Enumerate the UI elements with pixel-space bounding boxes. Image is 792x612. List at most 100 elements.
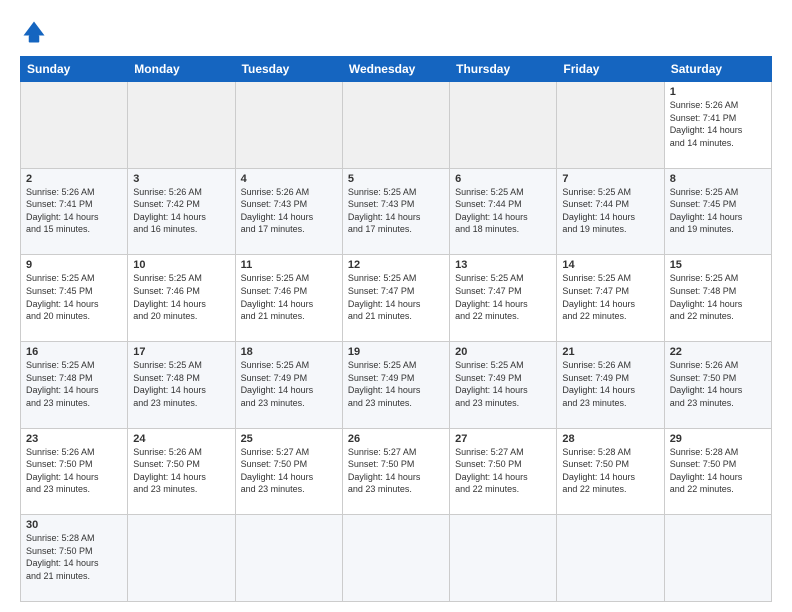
calendar-row: 9Sunrise: 5:25 AM Sunset: 7:45 PM Daylig… (21, 255, 772, 342)
day-number: 30 (26, 519, 122, 531)
day-number: 18 (241, 346, 337, 358)
calendar-cell: 2Sunrise: 5:26 AM Sunset: 7:41 PM Daylig… (21, 168, 128, 255)
day-info: Sunrise: 5:26 AM Sunset: 7:42 PM Dayligh… (133, 186, 229, 236)
day-info: Sunrise: 5:27 AM Sunset: 7:50 PM Dayligh… (455, 446, 551, 496)
calendar-cell (664, 515, 771, 602)
calendar-cell (342, 82, 449, 169)
day-number: 11 (241, 259, 337, 271)
day-number: 16 (26, 346, 122, 358)
day-number: 6 (455, 173, 551, 185)
calendar-row: 1Sunrise: 5:26 AM Sunset: 7:41 PM Daylig… (21, 82, 772, 169)
calendar-row: 2Sunrise: 5:26 AM Sunset: 7:41 PM Daylig… (21, 168, 772, 255)
calendar-cell: 11Sunrise: 5:25 AM Sunset: 7:46 PM Dayli… (235, 255, 342, 342)
weekday-header-row: SundayMondayTuesdayWednesdayThursdayFrid… (21, 57, 772, 82)
day-number: 22 (670, 346, 766, 358)
day-info: Sunrise: 5:25 AM Sunset: 7:48 PM Dayligh… (133, 359, 229, 409)
calendar-cell (128, 82, 235, 169)
calendar-cell: 20Sunrise: 5:25 AM Sunset: 7:49 PM Dayli… (450, 341, 557, 428)
weekday-tuesday: Tuesday (235, 57, 342, 82)
day-info: Sunrise: 5:25 AM Sunset: 7:48 PM Dayligh… (26, 359, 122, 409)
day-info: Sunrise: 5:26 AM Sunset: 7:50 PM Dayligh… (133, 446, 229, 496)
day-number: 5 (348, 173, 444, 185)
day-info: Sunrise: 5:25 AM Sunset: 7:46 PM Dayligh… (241, 272, 337, 322)
day-number: 10 (133, 259, 229, 271)
calendar-row: 16Sunrise: 5:25 AM Sunset: 7:48 PM Dayli… (21, 341, 772, 428)
day-info: Sunrise: 5:26 AM Sunset: 7:41 PM Dayligh… (670, 99, 766, 149)
day-info: Sunrise: 5:28 AM Sunset: 7:50 PM Dayligh… (670, 446, 766, 496)
day-info: Sunrise: 5:26 AM Sunset: 7:49 PM Dayligh… (562, 359, 658, 409)
day-info: Sunrise: 5:27 AM Sunset: 7:50 PM Dayligh… (241, 446, 337, 496)
day-number: 29 (670, 433, 766, 445)
day-number: 7 (562, 173, 658, 185)
day-info: Sunrise: 5:25 AM Sunset: 7:44 PM Dayligh… (562, 186, 658, 236)
calendar-cell (235, 82, 342, 169)
calendar-cell: 8Sunrise: 5:25 AM Sunset: 7:45 PM Daylig… (664, 168, 771, 255)
weekday-thursday: Thursday (450, 57, 557, 82)
day-number: 20 (455, 346, 551, 358)
calendar-cell (235, 515, 342, 602)
day-info: Sunrise: 5:28 AM Sunset: 7:50 PM Dayligh… (26, 532, 122, 582)
calendar-row: 23Sunrise: 5:26 AM Sunset: 7:50 PM Dayli… (21, 428, 772, 515)
day-number: 1 (670, 86, 766, 98)
calendar-cell (557, 515, 664, 602)
calendar-cell: 22Sunrise: 5:26 AM Sunset: 7:50 PM Dayli… (664, 341, 771, 428)
day-info: Sunrise: 5:26 AM Sunset: 7:41 PM Dayligh… (26, 186, 122, 236)
calendar-cell: 5Sunrise: 5:25 AM Sunset: 7:43 PM Daylig… (342, 168, 449, 255)
calendar-cell (557, 82, 664, 169)
day-number: 3 (133, 173, 229, 185)
day-info: Sunrise: 5:25 AM Sunset: 7:49 PM Dayligh… (455, 359, 551, 409)
calendar-cell: 15Sunrise: 5:25 AM Sunset: 7:48 PM Dayli… (664, 255, 771, 342)
calendar-cell: 9Sunrise: 5:25 AM Sunset: 7:45 PM Daylig… (21, 255, 128, 342)
day-info: Sunrise: 5:26 AM Sunset: 7:43 PM Dayligh… (241, 186, 337, 236)
calendar-cell: 16Sunrise: 5:25 AM Sunset: 7:48 PM Dayli… (21, 341, 128, 428)
calendar-cell: 4Sunrise: 5:26 AM Sunset: 7:43 PM Daylig… (235, 168, 342, 255)
day-info: Sunrise: 5:25 AM Sunset: 7:47 PM Dayligh… (562, 272, 658, 322)
calendar-cell: 3Sunrise: 5:26 AM Sunset: 7:42 PM Daylig… (128, 168, 235, 255)
calendar-cell: 18Sunrise: 5:25 AM Sunset: 7:49 PM Dayli… (235, 341, 342, 428)
weekday-sunday: Sunday (21, 57, 128, 82)
weekday-saturday: Saturday (664, 57, 771, 82)
calendar-cell: 29Sunrise: 5:28 AM Sunset: 7:50 PM Dayli… (664, 428, 771, 515)
calendar-cell (342, 515, 449, 602)
weekday-monday: Monday (128, 57, 235, 82)
calendar-cell: 23Sunrise: 5:26 AM Sunset: 7:50 PM Dayli… (21, 428, 128, 515)
day-number: 9 (26, 259, 122, 271)
day-info: Sunrise: 5:25 AM Sunset: 7:48 PM Dayligh… (670, 272, 766, 322)
day-number: 8 (670, 173, 766, 185)
day-info: Sunrise: 5:25 AM Sunset: 7:47 PM Dayligh… (455, 272, 551, 322)
calendar-cell (450, 515, 557, 602)
calendar-cell: 21Sunrise: 5:26 AM Sunset: 7:49 PM Dayli… (557, 341, 664, 428)
day-info: Sunrise: 5:27 AM Sunset: 7:50 PM Dayligh… (348, 446, 444, 496)
day-number: 4 (241, 173, 337, 185)
day-number: 26 (348, 433, 444, 445)
calendar-cell: 6Sunrise: 5:25 AM Sunset: 7:44 PM Daylig… (450, 168, 557, 255)
day-number: 23 (26, 433, 122, 445)
calendar-row: 30Sunrise: 5:28 AM Sunset: 7:50 PM Dayli… (21, 515, 772, 602)
day-info: Sunrise: 5:25 AM Sunset: 7:47 PM Dayligh… (348, 272, 444, 322)
calendar-cell: 19Sunrise: 5:25 AM Sunset: 7:49 PM Dayli… (342, 341, 449, 428)
day-info: Sunrise: 5:26 AM Sunset: 7:50 PM Dayligh… (26, 446, 122, 496)
weekday-wednesday: Wednesday (342, 57, 449, 82)
day-number: 14 (562, 259, 658, 271)
calendar-cell: 26Sunrise: 5:27 AM Sunset: 7:50 PM Dayli… (342, 428, 449, 515)
day-info: Sunrise: 5:25 AM Sunset: 7:44 PM Dayligh… (455, 186, 551, 236)
day-number: 17 (133, 346, 229, 358)
day-info: Sunrise: 5:25 AM Sunset: 7:46 PM Dayligh… (133, 272, 229, 322)
calendar-cell: 24Sunrise: 5:26 AM Sunset: 7:50 PM Dayli… (128, 428, 235, 515)
day-info: Sunrise: 5:25 AM Sunset: 7:49 PM Dayligh… (241, 359, 337, 409)
day-number: 28 (562, 433, 658, 445)
day-number: 12 (348, 259, 444, 271)
calendar-cell: 1Sunrise: 5:26 AM Sunset: 7:41 PM Daylig… (664, 82, 771, 169)
calendar-cell: 10Sunrise: 5:25 AM Sunset: 7:46 PM Dayli… (128, 255, 235, 342)
day-number: 21 (562, 346, 658, 358)
logo-icon (20, 18, 48, 46)
weekday-friday: Friday (557, 57, 664, 82)
day-info: Sunrise: 5:25 AM Sunset: 7:45 PM Dayligh… (670, 186, 766, 236)
page: SundayMondayTuesdayWednesdayThursdayFrid… (0, 0, 792, 612)
calendar-cell: 14Sunrise: 5:25 AM Sunset: 7:47 PM Dayli… (557, 255, 664, 342)
calendar-cell: 27Sunrise: 5:27 AM Sunset: 7:50 PM Dayli… (450, 428, 557, 515)
day-number: 19 (348, 346, 444, 358)
day-number: 27 (455, 433, 551, 445)
calendar-cell: 7Sunrise: 5:25 AM Sunset: 7:44 PM Daylig… (557, 168, 664, 255)
day-number: 24 (133, 433, 229, 445)
